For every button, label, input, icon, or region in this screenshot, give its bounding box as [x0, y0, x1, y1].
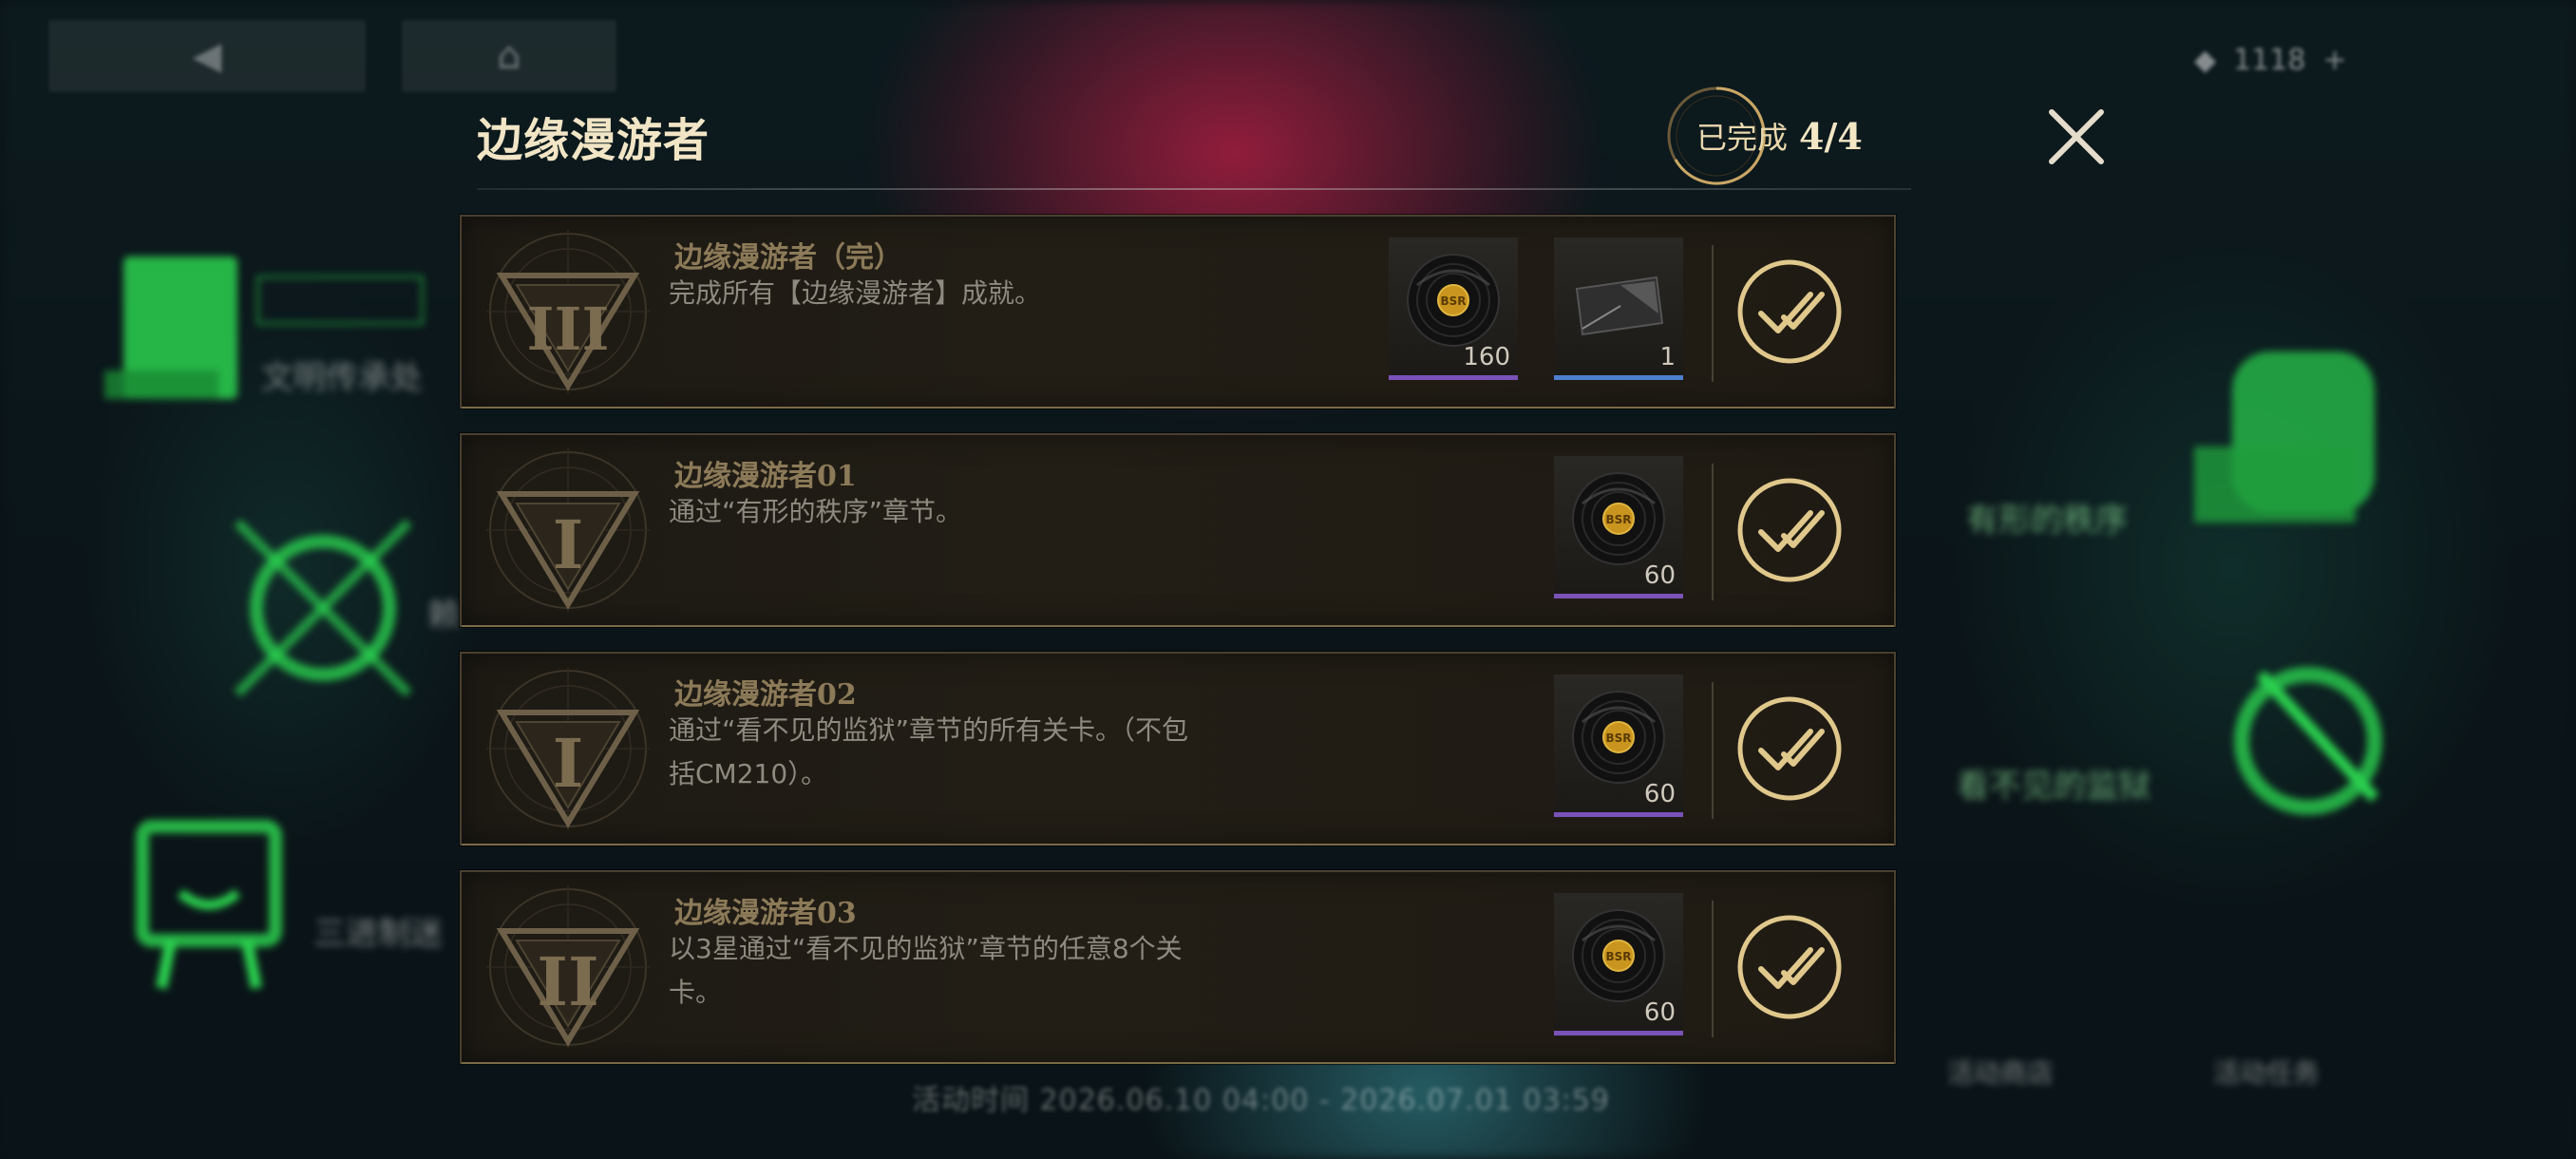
svg-text:II: II [537, 942, 599, 1021]
page-title: 边缘漫游者 [477, 114, 710, 167]
achievement-title: 边缘漫游者（完） [674, 241, 902, 275]
shop-label[interactable]: 活动商店 [1947, 1053, 2054, 1091]
reward-quantity: 60 [1643, 561, 1676, 590]
currency-display: ◆ 1118 + [2194, 43, 2347, 77]
achievement-title: 边缘漫游者01 [674, 460, 857, 493]
svg-text:BSR: BSR [1605, 732, 1631, 745]
monitor-face-icon [136, 820, 282, 990]
left-label-2: 赖 [427, 597, 460, 635]
reward-item[interactable]: 1 [1554, 238, 1683, 380]
reward-item[interactable]: BSR 160 [1389, 238, 1518, 380]
record-disc-icon: BSR [1572, 472, 1665, 565]
reward-quantity: 1 [1659, 343, 1676, 371]
event-time: 活动时间 2026.06.10 04:00 - 2026.07.01 03:59 [912, 1084, 1610, 1117]
record-disc-icon: BSR [1572, 909, 1665, 1002]
achievement-card: III 边缘漫游者（完） 完成所有【边缘漫游者】成就。 BSR 160 1 [460, 215, 1896, 408]
achievement-description: 通过“看不见的监狱”章节的所有关卡。（不包括CM210）。 [669, 714, 1189, 789]
left-label-3: 三进制迷 [313, 915, 443, 953]
diamond-icon: ◆ [2194, 43, 2217, 77]
right-stage-icon-2 [2234, 667, 2382, 815]
indicator-box [256, 276, 424, 325]
completed-check-icon[interactable] [1734, 694, 1845, 804]
left-label-1: 文明传承处 [261, 359, 423, 397]
achievement-card: I 边缘漫游者02 通过“看不见的监狱”章节的所有关卡。（不包括CM210）。 BSR… [460, 652, 1896, 846]
card-separator [1712, 464, 1714, 600]
completed-check-icon[interactable] [1734, 256, 1845, 367]
completion-progress: 已完成 4/4 [1664, 84, 1863, 188]
progress-value: 4/4 [1799, 114, 1863, 158]
achievement-title: 边缘漫游者03 [674, 897, 857, 930]
card-separator [1712, 682, 1714, 819]
svg-text:I: I [553, 505, 584, 584]
title-divider [477, 188, 1911, 190]
rank-emblem-icon: I [486, 448, 650, 612]
record-disc-icon: BSR [1407, 254, 1500, 347]
back-button[interactable]: ◀ [49, 21, 365, 91]
achievement-card: II 边缘漫游者03 以3星通过“看不见的监狱”章节的任意8个关卡。 BSR 60 [460, 870, 1896, 1064]
achievement-description: 以3星通过“看不见的监狱”章节的任意8个关卡。 [669, 933, 1183, 1008]
achievement-description: 完成所有【边缘漫游者】成就。 [669, 277, 1042, 309]
svg-text:I: I [553, 724, 584, 803]
close-icon[interactable] [2042, 103, 2111, 171]
card-separator [1712, 901, 1714, 1037]
reward-item[interactable]: BSR 60 [1554, 893, 1683, 1036]
achievement-card: I 边缘漫游者01 通过“有形的秩序”章节。 BSR 60 [460, 433, 1896, 627]
reward-item[interactable]: BSR 60 [1554, 674, 1683, 817]
progress-label: 已完成 [1696, 120, 1789, 156]
reward-quantity: 60 [1643, 780, 1676, 808]
gray-card-icon [1575, 276, 1664, 336]
task-label[interactable]: 活动任务 [2213, 1053, 2320, 1091]
right-stage-icon-1 [2194, 352, 2375, 522]
reward-item[interactable]: BSR 60 [1554, 456, 1683, 598]
achievement-title: 边缘漫游者02 [674, 678, 857, 712]
rank-emblem-icon: I [486, 667, 650, 830]
svg-text:BSR: BSR [1605, 513, 1631, 526]
completed-check-icon[interactable] [1734, 475, 1845, 585]
plus-icon[interactable]: + [2322, 44, 2346, 77]
completed-check-icon[interactable] [1734, 912, 1845, 1022]
reward-quantity: 60 [1643, 998, 1676, 1027]
svg-text:BSR: BSR [1440, 294, 1466, 308]
svg-text:BSR: BSR [1605, 950, 1631, 963]
crossed-circle-icon [234, 519, 412, 697]
book-icon [104, 256, 237, 399]
home-button[interactable]: ⌂ [403, 21, 616, 91]
right-label-2: 看不见的监狱 [1957, 768, 2150, 806]
record-disc-icon: BSR [1572, 691, 1665, 784]
achievement-description: 通过“有形的秩序”章节。 [669, 496, 963, 527]
reward-quantity: 160 [1463, 343, 1510, 371]
right-label-1: 有形的秩序 [1966, 502, 2128, 540]
card-separator [1712, 245, 1714, 382]
rank-emblem-icon: III [486, 230, 650, 393]
rank-emblem-icon: II [486, 885, 650, 1049]
svg-text:III: III [526, 294, 609, 364]
